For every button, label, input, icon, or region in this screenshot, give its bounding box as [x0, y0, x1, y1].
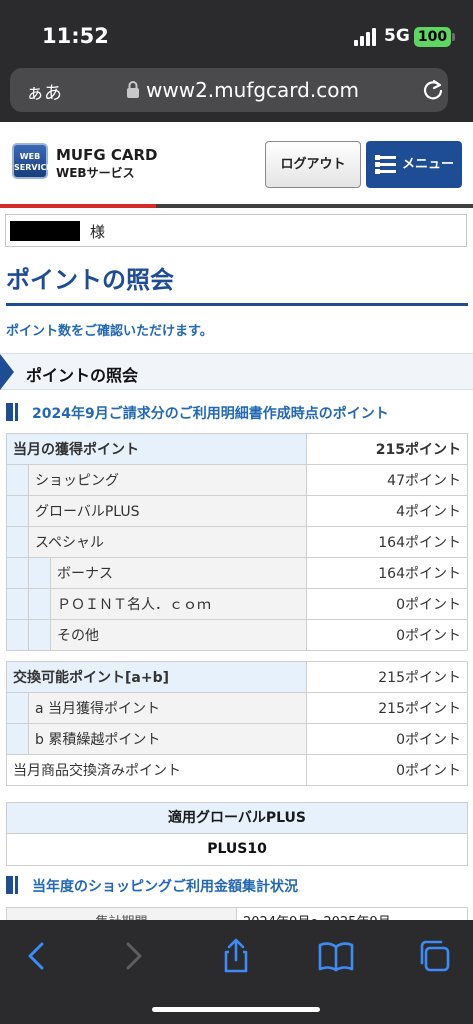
- reload-icon[interactable]: [422, 79, 444, 101]
- indent-cell: [28, 557, 51, 589]
- subsection-header: 2024年9月ご請求分のご利用明細書作成時点のポイント: [6, 402, 468, 424]
- points-table: 当月の獲得ポイント 215ポイント ショッピング 47ポイント グローバルPLU…: [6, 433, 468, 651]
- share-icon[interactable]: [216, 936, 256, 976]
- page: 11:52 5G 100 ぁあ www2.mufgcard.com WEB SE…: [0, 0, 473, 1024]
- logo-badge-line1: WEB: [19, 152, 41, 161]
- main-content: 様 ポイントの照会 ポイント数をご確認いただけます。 ポイントの照会 2024年…: [0, 208, 473, 920]
- row-value: 215ポイント: [306, 661, 468, 693]
- row-label: 当月の獲得ポイント: [6, 433, 307, 465]
- redacted-user-name: [10, 221, 80, 241]
- battery-tip: [452, 33, 455, 41]
- period-value: 2024年9月～2025年9月: [243, 908, 391, 920]
- row-value: 0ポイント: [306, 723, 468, 755]
- list-menu-icon: [375, 155, 396, 174]
- indent-cell: [6, 692, 29, 724]
- user-name-suffix: 様: [90, 223, 106, 241]
- menu-button[interactable]: メニュー: [366, 141, 462, 188]
- table-row: スペシャル 164ポイント: [6, 526, 468, 558]
- indent-cell: [6, 526, 29, 558]
- row-value: 47ポイント: [306, 464, 468, 496]
- page-title: ポイントの照会: [6, 266, 174, 294]
- row-label: ボーナス: [50, 557, 307, 589]
- back-icon[interactable]: [18, 936, 58, 976]
- battery-icon: 100: [414, 27, 451, 47]
- subsection-bar-icon-thin: [15, 403, 18, 421]
- period-label: 集計期間: [7, 908, 237, 920]
- indent-cell: [28, 619, 51, 651]
- row-label: b 累積繰越ポイント: [28, 723, 307, 755]
- global-plus-value: PLUS10: [207, 841, 267, 857]
- indent-cell: [6, 464, 29, 496]
- row-value: 164ポイント: [306, 526, 468, 558]
- table-row: グローバルPLUS 4ポイント: [6, 495, 468, 527]
- shopping-summary-header: 当年度のショッピングご利用金額集計状況: [6, 875, 468, 897]
- row-label: ＰＯＩＮＴ名人．ｃｏｍ: [50, 588, 307, 620]
- brand-name: MUFG CARD: [56, 146, 158, 164]
- title-rule: [6, 303, 468, 306]
- indent-cell: [6, 588, 29, 620]
- signal-icon: [354, 28, 378, 46]
- global-plus-label: 適用グローバルPLUS: [7, 803, 467, 834]
- url-text[interactable]: www2.mufgcard.com: [146, 78, 359, 102]
- user-name-box: 様: [5, 214, 467, 247]
- indent-cell: [6, 557, 29, 589]
- indent-cell: [6, 723, 29, 755]
- table-row: その他 0ポイント: [6, 619, 468, 651]
- indent-cell: [6, 619, 29, 651]
- subsection-title: 2024年9月ご請求分のご利用明細書作成時点のポイント: [32, 406, 389, 422]
- row-value: 215ポイント: [306, 433, 468, 465]
- row-label: 交換可能ポイント[a+b]: [6, 661, 307, 693]
- home-indicator[interactable]: [152, 1007, 320, 1012]
- subsection-bar-icon: [6, 403, 13, 421]
- table-row: 当月の獲得ポイント 215ポイント: [6, 433, 468, 465]
- row-label: その他: [50, 619, 307, 651]
- section-title: ポイントの照会: [26, 366, 139, 385]
- table-row: ＰＯＩＮＴ名人．ｃｏｍ 0ポイント: [6, 588, 468, 620]
- network-label: 5G: [384, 26, 410, 46]
- logout-button[interactable]: ログアウト: [265, 141, 361, 188]
- row-label: a 当月獲得ポイント: [28, 692, 307, 724]
- browser-top-chrome: 11:52 5G 100 ぁあ www2.mufgcard.com: [0, 0, 473, 122]
- menu-label: メニュー: [402, 157, 455, 172]
- table-row: 当月商品交換済みポイント 0ポイント: [6, 754, 468, 786]
- table-row: a 当月獲得ポイント 215ポイント: [6, 692, 468, 724]
- logo-badge-line2: SERVICE: [14, 163, 52, 172]
- section-triangle-icon: [0, 354, 14, 390]
- global-plus-box: 適用グローバルPLUS PLUS10: [6, 802, 468, 866]
- row-label: グローバルPLUS: [28, 495, 307, 527]
- row-label: ショッピング: [28, 464, 307, 496]
- row-label: 当月商品交換済みポイント: [6, 754, 307, 786]
- section-header: ポイントの照会: [0, 353, 473, 390]
- address-bar[interactable]: ぁあ www2.mufgcard.com: [10, 68, 448, 112]
- table-row: ボーナス 164ポイント: [6, 557, 468, 589]
- bookmarks-icon[interactable]: [316, 936, 356, 976]
- subsection-bar-icon: [6, 876, 13, 894]
- lock-icon: [127, 81, 139, 98]
- subsection-bar-icon-thin: [15, 876, 18, 894]
- page-lead-text: ポイント数をご確認いただけます。: [6, 324, 213, 339]
- exchange-table: 交換可能ポイント[a+b] 215ポイント a 当月獲得ポイント 215ポイント…: [6, 661, 468, 786]
- indent-cell: [28, 588, 51, 620]
- web-service-logo[interactable]: WEB SERVICE: [12, 143, 52, 179]
- status-time: 11:52: [42, 24, 109, 48]
- site-header: WEB SERVICE MUFG CARD WEBサービス ログアウト メニュー: [0, 122, 473, 206]
- indent-cell: [6, 495, 29, 527]
- forward-icon[interactable]: [112, 936, 152, 976]
- brand-subtitle: WEBサービス: [56, 166, 135, 180]
- table-row: 交換可能ポイント[a+b] 215ポイント: [6, 661, 468, 693]
- row-value: 4ポイント: [306, 495, 468, 527]
- text-size-button[interactable]: ぁあ: [26, 79, 62, 105]
- period-row: 集計期間 2024年9月～2025年9月: [6, 907, 468, 920]
- row-label: スペシャル: [28, 526, 307, 558]
- tabs-icon[interactable]: [414, 936, 454, 976]
- shopping-summary-title: 当年度のショッピングご利用金額集計状況: [32, 879, 298, 895]
- table-row: b 累積繰越ポイント 0ポイント: [6, 723, 468, 755]
- row-value: 164ポイント: [306, 557, 468, 589]
- row-value: 215ポイント: [306, 692, 468, 724]
- row-value: 0ポイント: [306, 588, 468, 620]
- row-value: 0ポイント: [306, 619, 468, 651]
- table-row: ショッピング 47ポイント: [6, 464, 468, 496]
- row-value: 0ポイント: [306, 754, 468, 786]
